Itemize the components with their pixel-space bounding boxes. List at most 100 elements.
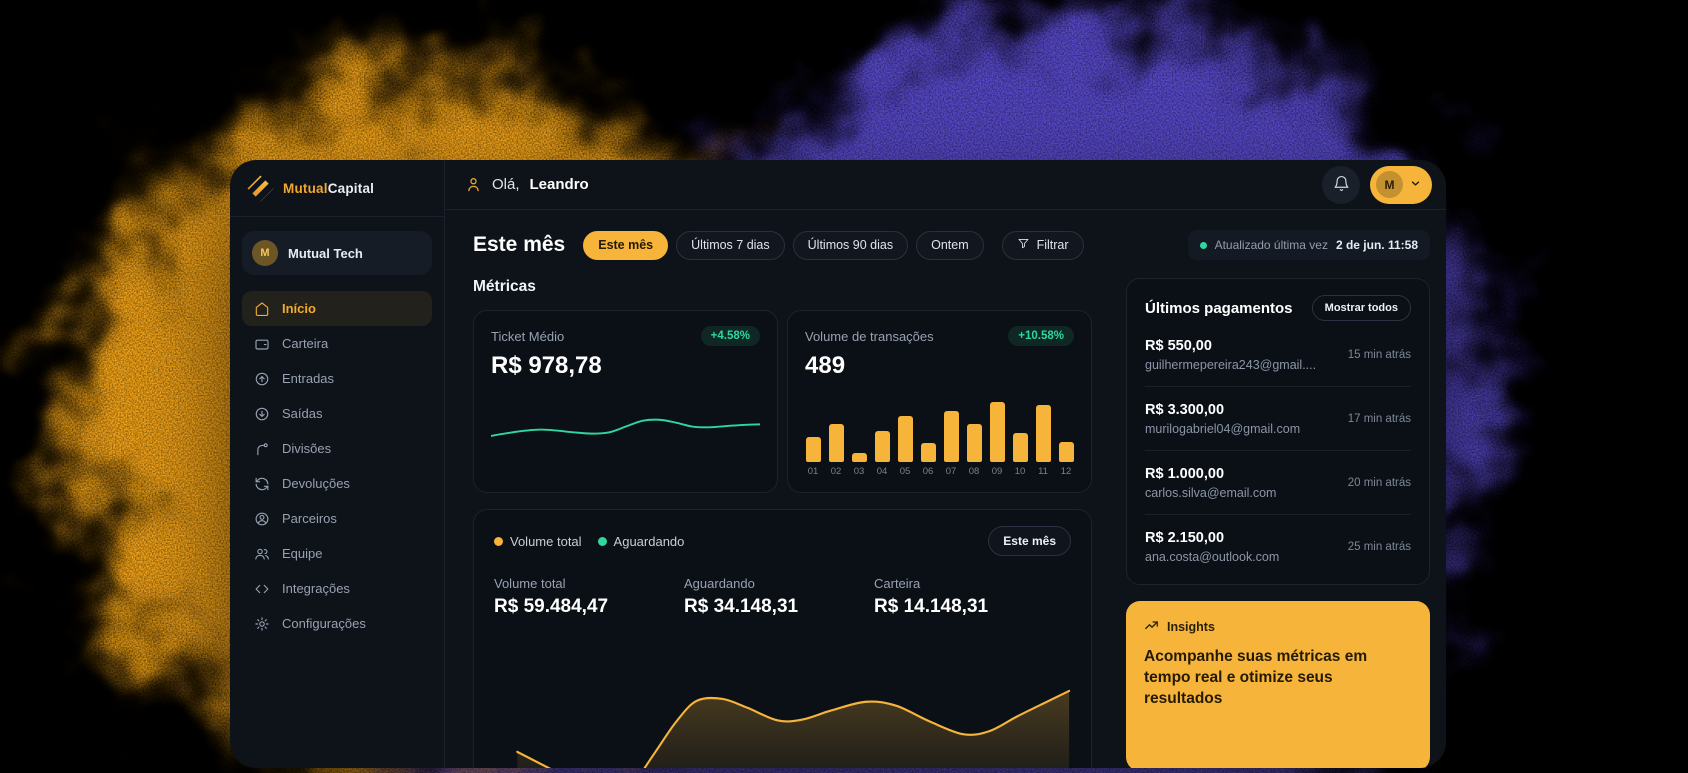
- stat-value: R$ 34.148,31: [684, 596, 799, 617]
- sidebar-item-label: Equipe: [282, 546, 323, 561]
- insights-label: Insights: [1167, 620, 1215, 634]
- payments-list: R$ 550,00 guilhermepereira243@gmail.... 15…: [1145, 323, 1411, 578]
- legend-label: Aguardando: [613, 533, 685, 549]
- sidebar-item-carteira[interactable]: Carteira: [242, 326, 432, 361]
- filter-button-label: Filtrar: [1036, 238, 1069, 252]
- home-icon: [254, 301, 270, 317]
- sidebar-item-saidas[interactable]: Saídas: [242, 396, 432, 431]
- bar: [943, 411, 959, 462]
- payment-email: ana.costa@outlook.com: [1145, 550, 1280, 564]
- split-branch-icon: [254, 441, 270, 457]
- payment-amount: R$ 2.150,00: [1145, 530, 1225, 546]
- stat-2: Carteira R$ 14.148,31: [874, 576, 1064, 618]
- account-menu-button[interactable]: M: [1370, 165, 1432, 204]
- metric-label: Volume de transações: [805, 328, 934, 344]
- period-pill-label: Últimos 90 dias: [807, 238, 894, 252]
- chart-legend: Volume total Aguardando: [494, 534, 684, 549]
- filter-button[interactable]: Filtrar: [1001, 230, 1084, 260]
- show-all-button[interactable]: Mostrar todos: [1311, 295, 1411, 321]
- bar-label: 07: [945, 466, 957, 477]
- bar-label: 11: [1038, 466, 1048, 477]
- wallet-icon: [254, 336, 270, 352]
- sidebar-item-equipe[interactable]: Equipe: [242, 536, 432, 571]
- period-pill-1[interactable]: Últimos 7 dias: [676, 230, 785, 260]
- period-pill-label: Ontem: [931, 238, 969, 252]
- bar-label: 01: [807, 466, 819, 477]
- bar-column: 10: [1012, 433, 1028, 477]
- workspace-name: Mutual Tech: [288, 245, 363, 261]
- stat-value: R$ 14.148,31: [874, 596, 989, 617]
- payment-row: R$ 550,00 guilhermepereira243@gmail.... 15…: [1145, 323, 1411, 387]
- bar: [1012, 433, 1028, 462]
- legend-dot: [597, 536, 607, 546]
- volume-chart-card: Volume total Aguardando Este mês Volume t…: [473, 509, 1092, 768]
- stat-0: Volume total R$ 59.484,47: [494, 576, 684, 618]
- brand-name: MutualCapital: [283, 181, 374, 196]
- sidebar-item-label: Devoluções: [282, 476, 350, 491]
- sidebar-item-label: Entradas: [282, 371, 335, 386]
- sidebar-item-label: Divisões: [282, 441, 332, 456]
- bar-label: 03: [853, 466, 865, 477]
- delta-badge: +10.58%: [1008, 326, 1074, 346]
- bar-column: 12: [1058, 442, 1074, 477]
- notifications-button[interactable]: [1322, 165, 1360, 204]
- arrow-up-circle-icon: [254, 371, 270, 387]
- bar-column: 01: [805, 437, 821, 477]
- sidebar-item-parceiros[interactable]: Parceiros: [242, 501, 432, 536]
- page-background: MutualCapital M Mutual Tech Início Cartei…: [0, 0, 1688, 773]
- payments-title: Últimos pagamentos: [1145, 299, 1293, 317]
- period-pill-0[interactable]: Este mês: [583, 230, 669, 260]
- status-dot: [1199, 241, 1207, 249]
- last-updated-time: 2 de jun. 11:58: [1335, 238, 1418, 252]
- workspace-switcher[interactable]: M Mutual Tech: [242, 231, 432, 275]
- bar: [966, 424, 982, 462]
- payment-email: guilhermepereira243@gmail....: [1145, 358, 1317, 372]
- greeting-user-name: Leandro: [529, 176, 589, 193]
- sidebar-item-devolucoes[interactable]: Devoluções: [242, 466, 432, 501]
- bar-column: 05: [897, 416, 913, 477]
- brand-logo: MutualCapital: [230, 160, 444, 217]
- sidebar-item-inicio[interactable]: Início: [242, 291, 432, 326]
- bar-column: 04: [874, 431, 890, 477]
- period-button[interactable]: Este mês: [988, 526, 1071, 556]
- workspace-avatar: M: [252, 240, 278, 266]
- sidebar-item-entradas[interactable]: Entradas: [242, 361, 432, 396]
- payment-row: R$ 1.000,00 carlos.silva@email.com 20 min …: [1145, 451, 1411, 515]
- period-pill-label: Últimos 7 dias: [691, 238, 770, 252]
- gear-icon: [254, 616, 270, 632]
- sidebar-item-integracoes[interactable]: Integrações: [242, 571, 432, 606]
- bar-column: 03: [851, 453, 867, 477]
- sidebar-item-divisoes[interactable]: Divisões: [242, 431, 432, 466]
- transactions-bar-chart: 01 02 03 04 05 06 07 08 09 10 11 12: [805, 380, 1074, 477]
- period-pill-2[interactable]: Últimos 90 dias: [792, 230, 909, 260]
- ticket-sparkline-chart: [491, 380, 760, 477]
- payment-amount: R$ 3.300,00: [1145, 402, 1225, 418]
- page-title: Este mês: [473, 233, 566, 256]
- legend-label: Volume total: [510, 533, 582, 549]
- volume-stats: Volume total R$ 59.484,47 Aguardando R$ 34.…: [494, 576, 1071, 618]
- payment-email: murilogabriel04@gmail.com: [1145, 422, 1301, 436]
- bar-label: 12: [1060, 466, 1072, 477]
- payment-time: 17 min atrás: [1347, 413, 1411, 425]
- brand-name-light: Capital: [327, 180, 375, 196]
- sidebar-item-configuracoes[interactable]: Configurações: [242, 606, 432, 641]
- payment-amount: R$ 1.000,00: [1145, 466, 1225, 482]
- payment-amount: R$ 550,00: [1145, 338, 1212, 354]
- bar-label: 04: [876, 466, 888, 477]
- delta-badge: +4.58%: [700, 326, 760, 346]
- trending-up-icon: [1144, 618, 1159, 636]
- bar-column: 11: [1035, 405, 1051, 477]
- stat-label: Aguardando: [684, 576, 755, 591]
- code-icon: [254, 581, 270, 597]
- toolbar: Este mês Este mês Últimos 7 dias Últimos 9…: [473, 230, 1430, 260]
- top-bar: Olá, Leandro M: [445, 160, 1446, 210]
- brand-name-bold: Mutual: [283, 180, 328, 196]
- volume-area-chart: [494, 630, 1071, 768]
- period-pill-label: Este mês: [598, 238, 654, 252]
- bar: [989, 402, 1005, 462]
- brand-mark-icon: [247, 175, 274, 201]
- dashboard-window: MutualCapital M Mutual Tech Início Cartei…: [230, 160, 1446, 768]
- payment-row: R$ 3.300,00 murilogabriel04@gmail.com 17 m…: [1145, 387, 1411, 451]
- period-pill-3[interactable]: Ontem: [916, 230, 984, 260]
- insights-headline: Acompanhe suas métricas em tempo real e …: [1144, 648, 1368, 707]
